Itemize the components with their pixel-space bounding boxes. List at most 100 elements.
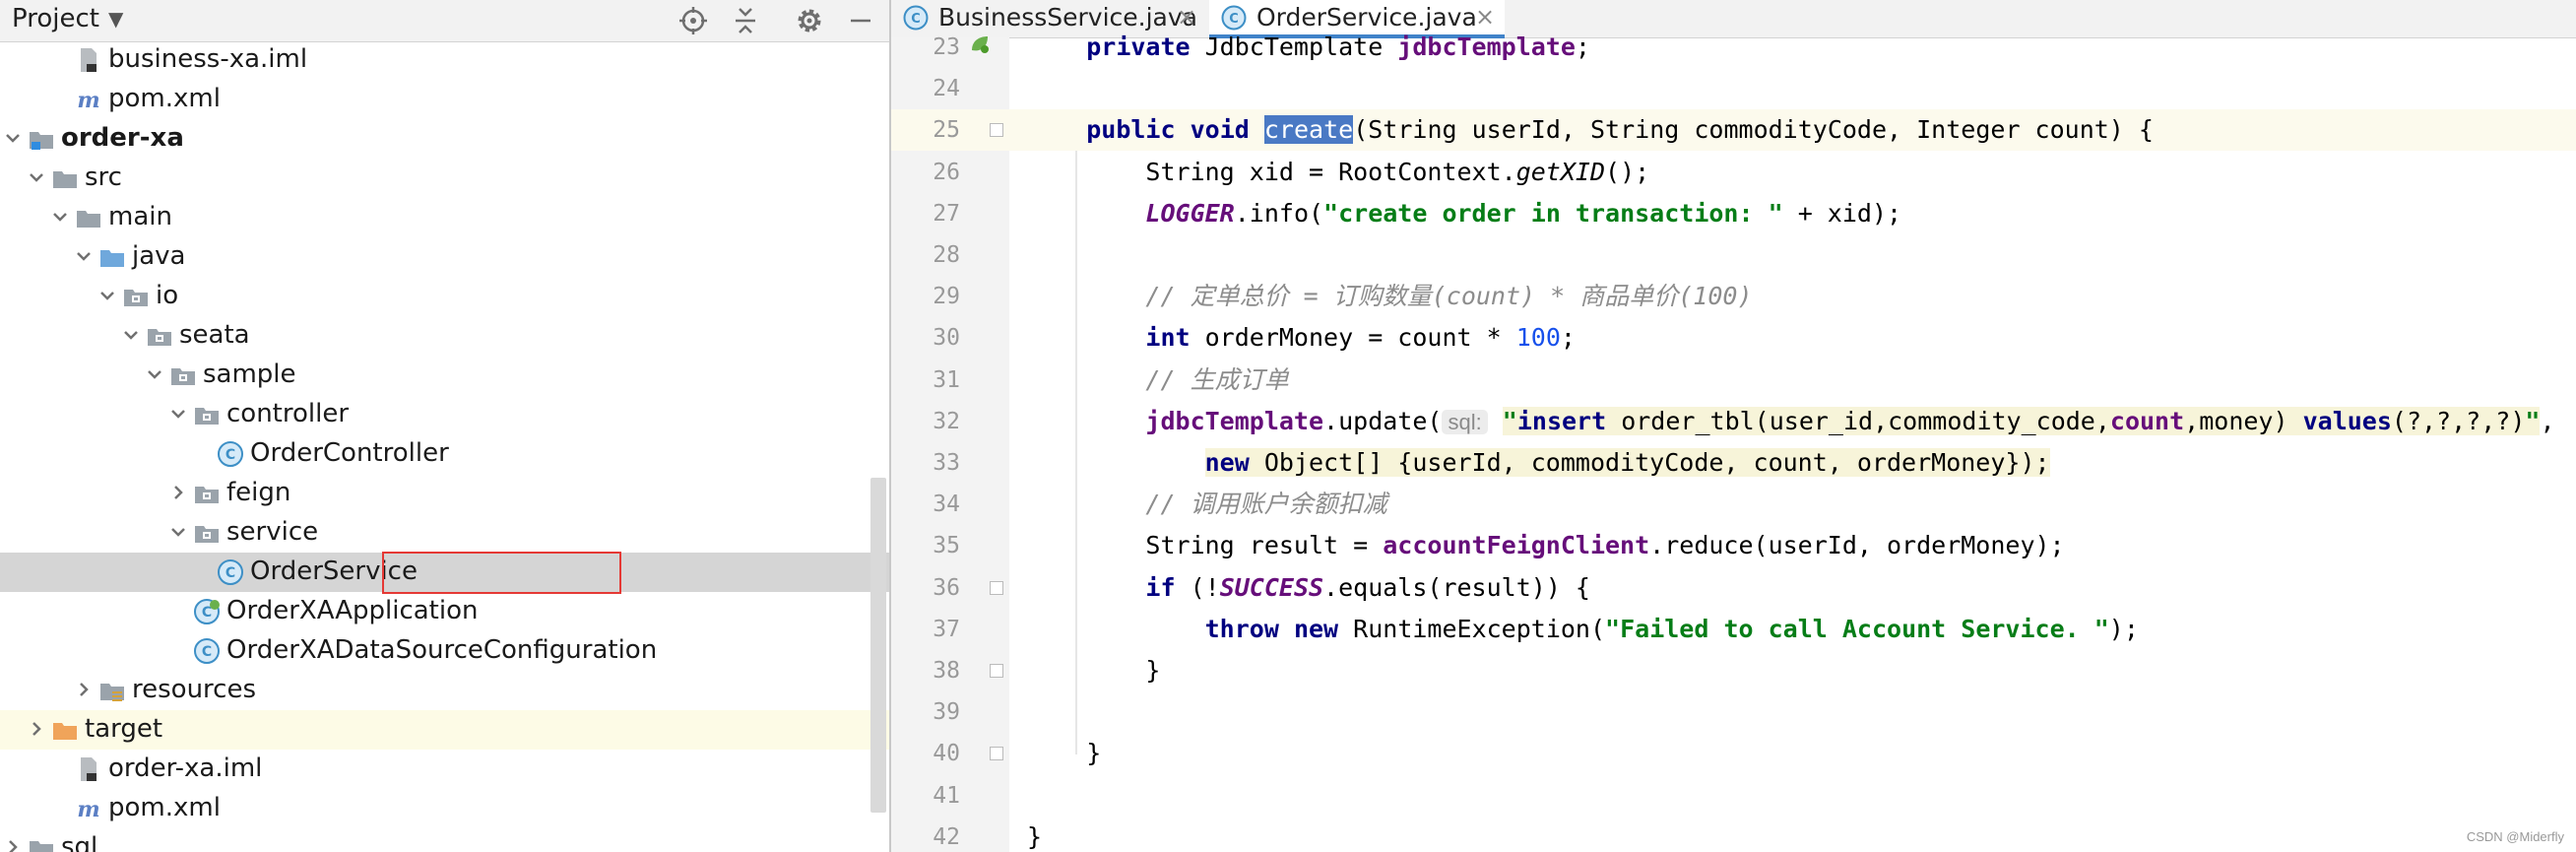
- code-line[interactable]: 23 private JdbcTemplate jdbcTemplate;: [891, 27, 2576, 68]
- chevron-down-icon[interactable]: [144, 363, 165, 385]
- code-line[interactable]: 40 }: [891, 733, 2576, 774]
- code-token: .update(: [1323, 407, 1443, 435]
- code-token: order_tbl(user_id,commodity_code,: [1606, 407, 2110, 435]
- tree-item-label: sample: [203, 360, 296, 389]
- tree-item[interactable]: resources: [0, 671, 889, 710]
- gear-icon[interactable]: [794, 5, 825, 36]
- code-text: LOGGER.info("create order in transaction…: [1027, 193, 1901, 234]
- code-token: ;: [1560, 323, 1576, 352]
- code-line[interactable]: 38 }: [891, 650, 2576, 691]
- code-token: "create order in transaction: ": [1323, 199, 1783, 228]
- code-line[interactable]: 26 String xid = RootContext.getXID();: [891, 152, 2576, 193]
- code-text: private JdbcTemplate jdbcTemplate;: [1027, 27, 1590, 68]
- code-line[interactable]: 31 // 生成订单: [891, 360, 2576, 401]
- parameter-hint: sql:: [1442, 410, 1488, 434]
- tree-item[interactable]: seata: [0, 316, 889, 356]
- tree-item-label: order-xa.iml: [108, 754, 263, 783]
- svg-text:C: C: [911, 12, 921, 27]
- chevron-down-icon[interactable]: [2, 127, 24, 149]
- tree-item[interactable]: io: [0, 277, 889, 316]
- tree-item[interactable]: C OrderController: [0, 434, 889, 474]
- tree-item[interactable]: m pom.xml: [0, 80, 889, 119]
- chevron-right-icon[interactable]: [26, 718, 47, 740]
- package-icon: [195, 408, 219, 425]
- tree-item[interactable]: C OrderXAApplication: [0, 592, 889, 631]
- code-text: public void create(String userId, String…: [1027, 109, 2154, 151]
- code-token: values: [2302, 407, 2392, 435]
- project-panel-title[interactable]: Project: [12, 0, 99, 41]
- chevron-down-icon[interactable]: [120, 324, 142, 346]
- tree-item[interactable]: sample: [0, 356, 889, 395]
- chevron-right-icon[interactable]: [167, 482, 189, 503]
- code-token: (?,?,?,?): [2391, 407, 2526, 435]
- tree-item[interactable]: m pom.xml: [0, 789, 889, 828]
- svg-text:C: C: [1229, 12, 1239, 27]
- code-line[interactable]: 33 new Object[] {userId, commodityCode, …: [891, 442, 2576, 484]
- fold-marker-icon[interactable]: [990, 664, 1003, 678]
- fold-marker-icon[interactable]: [990, 581, 1003, 595]
- code-line[interactable]: 32 jdbcTemplate.update(sql: "insert orde…: [891, 401, 2576, 442]
- chevron-down-icon[interactable]: ▼: [108, 0, 123, 41]
- code-line[interactable]: 29 // 定单总价 = 订购数量(count) * 商品单价(100): [891, 276, 2576, 317]
- tree-item[interactable]: controller: [0, 395, 889, 434]
- code-token: public: [1086, 115, 1176, 144]
- fold-marker-icon[interactable]: [990, 123, 1003, 137]
- line-number: 27: [933, 201, 960, 227]
- code-editor[interactable]: C BusinessService.java × C OrderService.…: [891, 0, 2576, 852]
- chevron-down-icon[interactable]: [167, 403, 189, 425]
- code-line[interactable]: 24: [891, 68, 2576, 109]
- tree-item[interactable]: java: [0, 237, 889, 277]
- code-line[interactable]: 25 public void create(String userId, Str…: [891, 109, 2576, 151]
- tree-item[interactable]: business-xa.iml: [0, 40, 889, 80]
- code-token: ": [2525, 407, 2541, 435]
- chevron-down-icon[interactable]: [97, 285, 118, 306]
- tree-item[interactable]: feign: [0, 474, 889, 513]
- tree-item[interactable]: target: [0, 710, 889, 750]
- code-line[interactable]: 30 int orderMoney = count * 100;: [891, 317, 2576, 359]
- chevron-right-icon[interactable]: [2, 836, 24, 852]
- code-text: int orderMoney = count * 100;: [1027, 317, 1576, 359]
- code-line[interactable]: 39: [891, 691, 2576, 733]
- tree-item[interactable]: order-xa: [0, 119, 889, 159]
- chevron-right-icon[interactable]: [73, 679, 95, 700]
- locate-icon[interactable]: [677, 5, 709, 36]
- code-line[interactable]: 41: [891, 775, 2576, 817]
- package-icon: [195, 487, 219, 503]
- chevron-down-icon[interactable]: [167, 521, 189, 543]
- code-line[interactable]: 27 LOGGER.info("create order in transact…: [891, 193, 2576, 234]
- folder-icon: [53, 171, 77, 188]
- chevron-down-icon[interactable]: [73, 245, 95, 267]
- line-number: 39: [933, 699, 960, 725]
- chevron-down-icon[interactable]: [26, 166, 47, 188]
- project-panel-header: Project ▼: [0, 0, 889, 42]
- tree-item-label: seata: [179, 320, 250, 350]
- tree-item[interactable]: src: [0, 159, 889, 198]
- chevron-down-icon[interactable]: [49, 206, 71, 228]
- line-number: 35: [933, 533, 960, 558]
- code-line[interactable]: 28: [891, 234, 2576, 276]
- code-text: // 调用账户余额扣减: [1027, 484, 1386, 525]
- svg-text:C: C: [202, 644, 212, 660]
- code-text: }: [1027, 650, 1160, 691]
- fold-marker-icon[interactable]: [990, 747, 1003, 760]
- tree-item[interactable]: service: [0, 513, 889, 553]
- project-tree[interactable]: business-xa.iml m pom.xml order-xa src main ja…: [0, 41, 889, 852]
- code-line[interactable]: 34 // 调用账户余额扣减: [891, 484, 2576, 525]
- class-icon: C: [218, 559, 243, 585]
- project-scrollbar[interactable]: [870, 478, 886, 813]
- code-line[interactable]: 42}: [891, 817, 2576, 852]
- tree-item[interactable]: order-xa.iml: [0, 750, 889, 789]
- code-line[interactable]: 35 String result = accountFeignClient.re…: [891, 525, 2576, 566]
- code-token: // 定单总价 = 订购数量(count) * 商品单价(100): [1145, 282, 1753, 310]
- collapse-all-icon[interactable]: [730, 5, 761, 36]
- code-token: Object[] {userId, commodityCode, count, …: [1249, 448, 2050, 477]
- code-line[interactable]: 37 throw new RuntimeException("Failed to…: [891, 609, 2576, 650]
- tree-item[interactable]: C OrderXADataSourceConfiguration: [0, 631, 889, 671]
- excluded-folder-icon: [53, 723, 77, 740]
- minimize-icon[interactable]: [845, 5, 876, 36]
- code-token: "Failed to call Account Service. ": [1605, 615, 2109, 643]
- code-line[interactable]: 36 if (!SUCCESS.equals(result)) {: [891, 567, 2576, 609]
- tree-item[interactable]: sql: [0, 828, 889, 852]
- spring-bean-icon[interactable]: [968, 33, 992, 56]
- tree-item[interactable]: main: [0, 198, 889, 237]
